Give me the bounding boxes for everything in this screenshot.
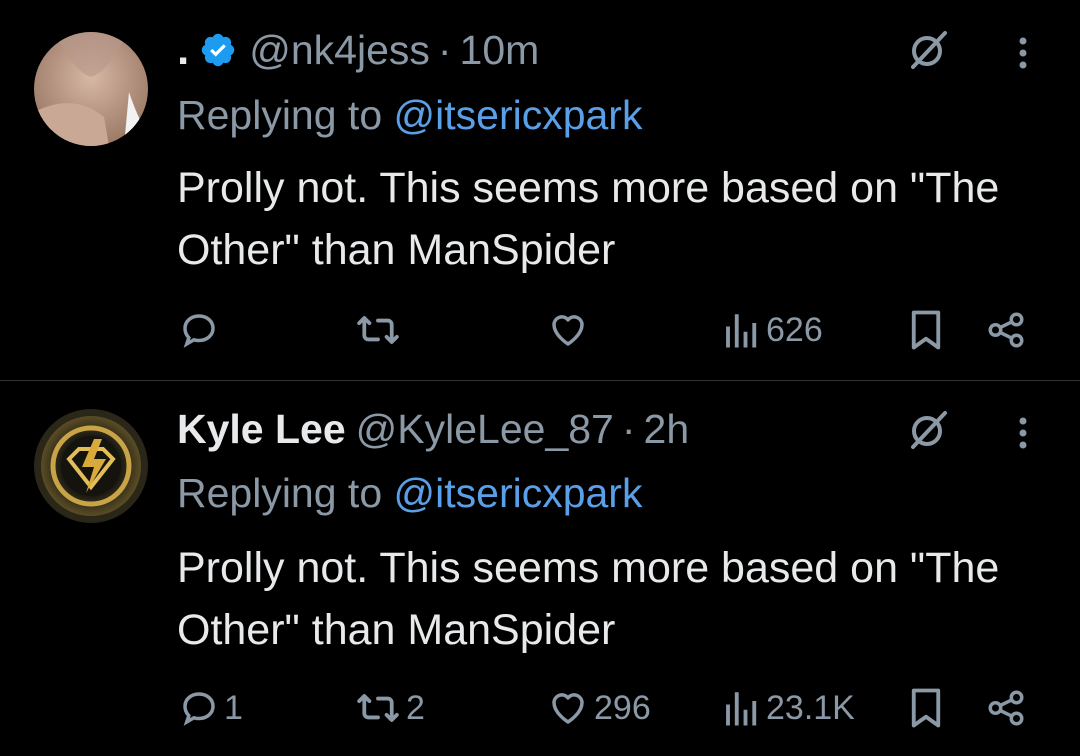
display-name[interactable]: Kyle Lee bbox=[177, 406, 346, 453]
replying-to: Replying to @itsericxpark bbox=[177, 92, 642, 139]
separator: · bbox=[437, 26, 452, 73]
tweet-header: . @nk4jess · 10m bbox=[177, 22, 539, 78]
reply-mention-link[interactable]: @itsericxpark bbox=[394, 92, 643, 138]
replying-to-label: Replying to bbox=[177, 470, 394, 516]
heart-icon bbox=[552, 315, 584, 346]
replying-to: Replying to @itsericxpark bbox=[177, 470, 642, 517]
share-icon bbox=[988, 312, 1024, 348]
reply-button[interactable]: 1 bbox=[178, 678, 243, 738]
tweet-text: Prolly not. This seems more based on "Th… bbox=[177, 544, 1000, 654]
views-count: 626 bbox=[766, 310, 823, 349]
share-icon bbox=[988, 690, 1024, 726]
tweet-text: Prolly not. This seems more based on "Th… bbox=[177, 164, 1000, 274]
reply-mention-link[interactable]: @itsericxpark bbox=[394, 470, 643, 516]
reply-icon bbox=[183, 314, 215, 348]
like-count: 296 bbox=[594, 688, 651, 727]
action-bar: 1 2 296 23.1K bbox=[0, 678, 1080, 738]
share-button[interactable] bbox=[985, 678, 1027, 738]
more-options-icon[interactable] bbox=[1011, 413, 1035, 453]
action-bar: 626 bbox=[0, 300, 1080, 360]
avatar[interactable] bbox=[34, 32, 148, 146]
tweet[interactable]: . @nk4jess · 10m Replying to @itsericxpa… bbox=[0, 0, 1080, 380]
retweet-icon bbox=[357, 694, 399, 722]
timestamp[interactable]: 10m bbox=[460, 27, 540, 74]
views-count: 23.1K bbox=[766, 688, 855, 727]
views-button[interactable]: 626 bbox=[722, 300, 823, 360]
like-button[interactable]: 296 bbox=[546, 678, 651, 738]
grok-icon[interactable] bbox=[905, 25, 953, 73]
retweet-icon bbox=[357, 316, 399, 344]
share-button[interactable] bbox=[985, 300, 1027, 360]
bookmark-button[interactable] bbox=[908, 678, 944, 738]
replying-to-label: Replying to bbox=[177, 92, 394, 138]
reply-icon bbox=[183, 692, 215, 726]
reply-count: 1 bbox=[224, 688, 243, 727]
handle[interactable]: @nk4jess bbox=[249, 27, 430, 74]
timestamp[interactable]: 2h bbox=[644, 406, 690, 453]
more-options-icon[interactable] bbox=[1011, 33, 1035, 73]
grok-icon[interactable] bbox=[905, 405, 953, 453]
tweet-header: Kyle Lee @KyleLee_87 · 2h bbox=[177, 401, 689, 457]
retweet-button[interactable] bbox=[354, 300, 402, 360]
avatar[interactable] bbox=[34, 409, 148, 523]
verified-badge-icon bbox=[202, 33, 235, 67]
reply-button[interactable] bbox=[178, 300, 220, 360]
display-name[interactable]: . bbox=[177, 25, 189, 75]
bookmark-button[interactable] bbox=[908, 300, 944, 360]
retweet-button[interactable]: 2 bbox=[354, 678, 425, 738]
views-button[interactable]: 23.1K bbox=[722, 678, 855, 738]
views-icon bbox=[726, 314, 757, 348]
bookmark-icon bbox=[911, 688, 941, 728]
like-button[interactable] bbox=[546, 300, 590, 360]
heart-icon bbox=[552, 693, 584, 724]
handle[interactable]: @KyleLee_87 bbox=[356, 406, 614, 453]
tweet[interactable]: Kyle Lee @KyleLee_87 · 2h Replying to @i… bbox=[0, 381, 1080, 756]
bookmark-icon bbox=[911, 310, 941, 350]
views-icon bbox=[726, 692, 757, 726]
retweet-count: 2 bbox=[406, 688, 425, 727]
separator: · bbox=[621, 405, 636, 452]
